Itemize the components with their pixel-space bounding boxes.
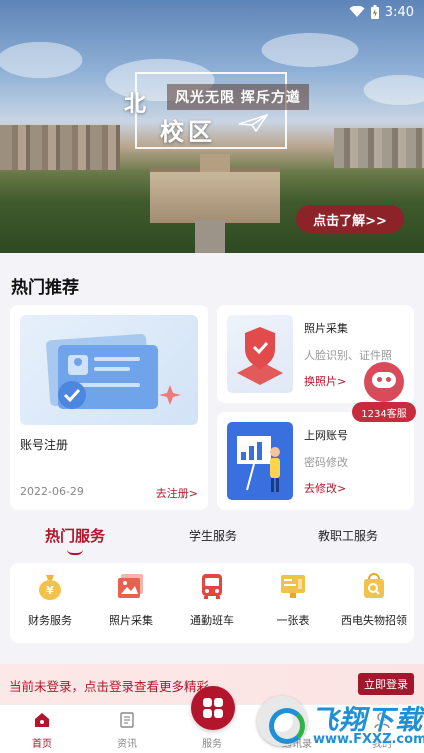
news-icon — [118, 711, 136, 729]
banner-slogan: 风光无限 挥斥方遒 — [167, 84, 309, 110]
service-lost-found-label: 西电失物招领 — [341, 614, 407, 627]
service-one-table-label: 一张表 — [276, 614, 310, 627]
learn-more-button[interactable]: 点击了解>> — [296, 205, 404, 233]
campus-main-building — [150, 154, 280, 223]
banner-calligraphy-north: 北 — [124, 91, 147, 117]
nav-news-label: 资讯 — [117, 739, 137, 750]
service-finance-label: 财务服务 — [28, 614, 72, 627]
apps-icon — [203, 698, 223, 718]
city-buildings — [0, 125, 120, 170]
robot-icon — [364, 362, 404, 402]
status-bar: 3:40 — [0, 0, 424, 24]
login-now-button[interactable]: 立即登录 — [358, 673, 414, 695]
service-grid: ¥ 财务服务 照片采集 通勤班车 一张表 西电失物招领 — [10, 563, 414, 643]
hot-recommend-title: 热门推荐 — [11, 278, 79, 298]
id-card-icon — [46, 333, 181, 409]
nav-home[interactable]: 首页 — [12, 711, 72, 750]
presentation-icon — [237, 436, 280, 492]
battery-icon — [370, 5, 379, 19]
svg-text:¥: ¥ — [46, 584, 54, 597]
go-modify-link[interactable]: 去修改> — [304, 480, 346, 496]
tab-student-services[interactable]: 学生服务 — [189, 527, 237, 544]
apps-center-button[interactable] — [191, 686, 235, 730]
nav-services-label: 服务 — [202, 739, 222, 750]
lost-found-icon — [359, 571, 389, 601]
bus-icon — [197, 571, 227, 601]
service-photo[interactable]: 照片采集 — [91, 571, 171, 628]
network-account-card[interactable]: 上网账号 密码修改 去修改> — [217, 412, 414, 510]
home-icon — [33, 711, 51, 729]
customer-service-float[interactable]: 1234客服 — [352, 362, 416, 424]
paper-plane-icon — [238, 114, 268, 132]
customer-service-label: 1234客服 — [352, 402, 416, 422]
site-watermark: 飞翔下载 www.FXXZ.com — [257, 696, 424, 753]
service-one-table[interactable]: 一张表 — [253, 571, 333, 628]
network-account-illustration — [227, 422, 293, 500]
active-tab-indicator — [67, 549, 83, 555]
network-account-desc: 密码修改 — [304, 456, 348, 469]
city-buildings-right — [334, 128, 424, 168]
network-account-name: 上网账号 — [304, 429, 348, 442]
photo-icon — [116, 571, 146, 601]
service-bus-label: 通勤班车 — [190, 614, 234, 627]
account-register-illustration — [20, 315, 198, 425]
photo-collection-name: 照片采集 — [304, 322, 348, 335]
service-bus[interactable]: 通勤班车 — [172, 571, 252, 628]
watermark-logo-icon — [257, 696, 307, 746]
campus-road — [195, 220, 225, 253]
campus-banner[interactable]: 北 校区 风光无限 挥斥方遒 点击了解>> — [0, 0, 424, 253]
table-icon — [278, 571, 308, 601]
nav-home-label: 首页 — [32, 739, 52, 750]
tab-hot-services[interactable]: 热门服务 — [45, 525, 105, 546]
service-photo-label: 照片采集 — [109, 614, 153, 627]
login-prompt-message: 当前未登录，点击登录查看更多精彩~ — [9, 679, 220, 694]
service-tabs: 热门服务 学生服务 教职工服务 — [0, 527, 424, 557]
tab-staff-services[interactable]: 教职工服务 — [318, 527, 378, 544]
status-time: 3:40 — [384, 4, 414, 20]
photo-shield-illustration — [227, 315, 293, 393]
banner-calligraphy-campus: 校区 — [160, 117, 216, 146]
change-photo-link[interactable]: 换照片> — [304, 373, 346, 389]
service-lost-found[interactable]: 西电失物招领 — [334, 571, 414, 628]
photo-collection-desc: 人脸识别、证件照 — [304, 349, 392, 362]
wifi-icon — [349, 6, 365, 17]
money-bag-icon: ¥ — [35, 571, 65, 601]
shield-icon — [237, 327, 283, 385]
account-register-card[interactable]: 账号注册 2022-06-29 去注册> — [10, 305, 208, 510]
nav-news[interactable]: 资讯 — [97, 711, 157, 750]
account-register-date: 2022-06-29 — [20, 485, 84, 498]
go-register-link[interactable]: 去注册> — [156, 485, 198, 501]
watermark-url: www.FXXZ.com — [313, 732, 424, 747]
service-finance[interactable]: ¥ 财务服务 — [10, 571, 90, 628]
account-register-name: 账号注册 — [20, 438, 69, 452]
